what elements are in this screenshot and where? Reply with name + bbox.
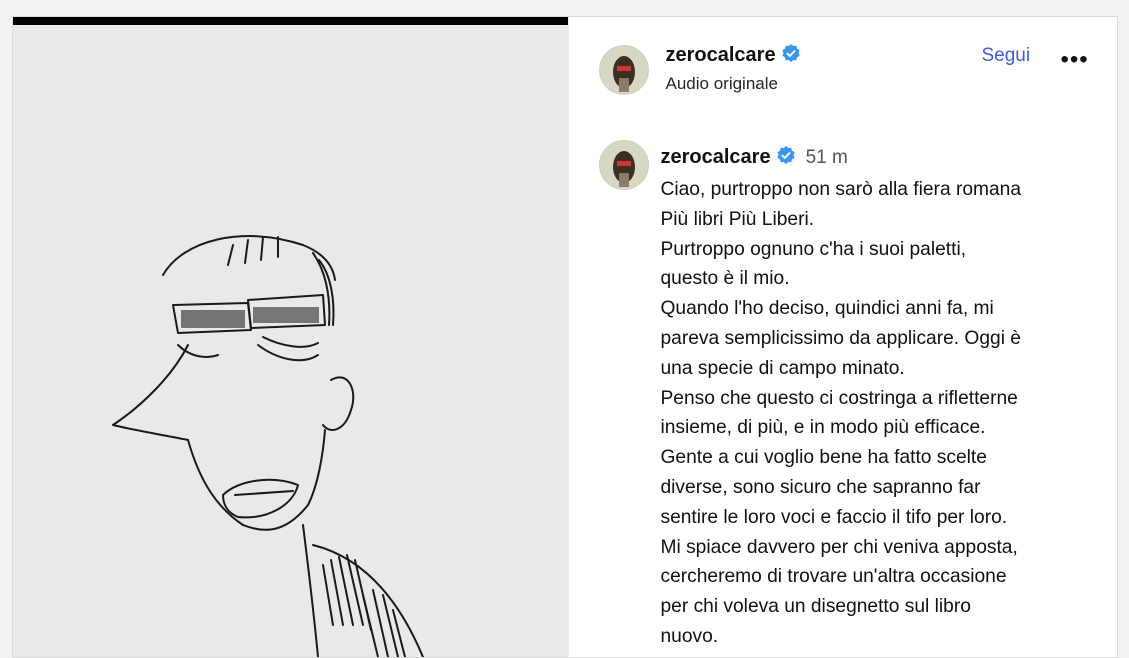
sketch-drawing-image (112, 235, 424, 657)
post-header: zerocalcare Audio originale Segui ••• (569, 17, 1118, 117)
follow-button[interactable]: Segui (982, 45, 1031, 67)
caption-line: Penso che questo ci costringa a riflette… (660, 387, 1018, 409)
caption-line: cercheremo di trovare un'altra occasione (660, 566, 1007, 588)
verified-badge-icon (776, 146, 795, 164)
post-sidebar: zerocalcare Audio originale Segui ••• ze… (567, 17, 1118, 657)
more-options-icon[interactable]: ••• (1061, 48, 1089, 72)
caption-line: Più libri Più Liberi. (660, 208, 815, 230)
caption-line: Mi spiace davvero per chi veniva apposta… (660, 536, 1018, 558)
caption-line: nuovo. (660, 625, 719, 647)
post-media-drawing[interactable] (13, 17, 568, 657)
caption-line: Quando l'ho deciso, quindici anni fa, mi (660, 298, 994, 320)
caption-line: sentire le loro voci e faccio il tifo pe… (660, 506, 1008, 528)
comment-username-text[interactable]: zerocalcare (661, 146, 771, 168)
caption-line: questo è il mio. (660, 268, 790, 290)
media-top-bar (13, 17, 568, 25)
caption-line: pareva semplicissimo da applicare. Oggi … (660, 327, 1021, 349)
avatar-portrait-icon (599, 46, 648, 94)
comment-author-avatar[interactable] (598, 140, 649, 190)
audio-label[interactable]: Audio originale (666, 74, 778, 94)
caption-line: diverse, sono sicuro che sapranno far (660, 476, 981, 498)
caption-line: Purtroppo ognuno c'ha i suoi paletti, (660, 238, 967, 260)
caption-line: una specie di campo minato. (660, 357, 905, 379)
avatar-portrait-icon (599, 141, 648, 189)
comment-timestamp[interactable]: 51 m (806, 147, 848, 168)
caption-line: insieme, di più, e in modo più efficace. (660, 417, 986, 439)
author-username-text[interactable]: zerocalcare (666, 44, 776, 66)
verified-badge-icon (781, 44, 800, 62)
caption-line: per chi voleva un disegnetto sul libro (660, 596, 971, 618)
comment-username[interactable]: zerocalcare 51 m (661, 145, 848, 169)
caption-line: Ciao, purtroppo non sarò alla fiera roma… (660, 179, 1022, 200)
caption-text: Ciao, purtroppo non sarò alla fiera roma… (661, 175, 1101, 652)
instagram-post: zerocalcare Audio originale Segui ••• ze… (12, 16, 1118, 658)
caption-line: Gente a cui voglio bene ha fatto scelte (660, 447, 987, 469)
author-username[interactable]: zerocalcare (666, 43, 801, 67)
author-avatar[interactable] (598, 45, 649, 95)
